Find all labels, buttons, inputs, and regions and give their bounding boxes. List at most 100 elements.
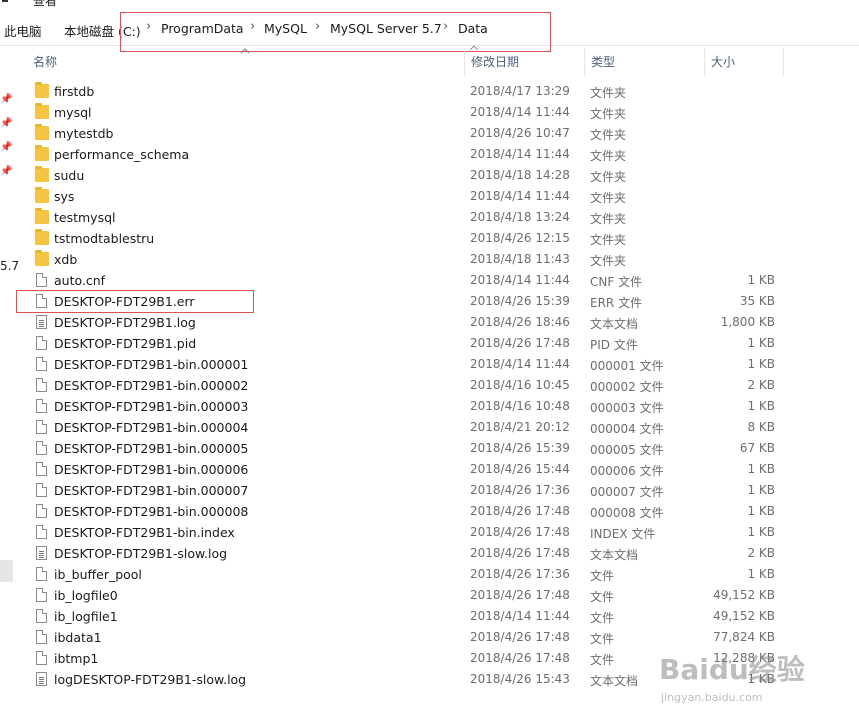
file-row[interactable]: DESKTOP-FDT29B1-bin.000006 2018/4/26 15:4… — [30, 459, 790, 480]
file-type: 000001 文件 — [590, 359, 664, 373]
file-row[interactable]: sudu 2018/4/18 14:28 文件夹 — [30, 165, 790, 186]
file-size: 2 KB — [747, 378, 775, 392]
file-type: 文件 — [590, 653, 615, 667]
file-row[interactable]: DESKTOP-FDT29B1-bin.000004 2018/4/21 20:1… — [30, 417, 790, 438]
file-row[interactable]: firstdb 2018/4/17 13:29 文件夹 — [30, 81, 790, 102]
column-header-modified[interactable]: 修改日期 — [464, 48, 584, 76]
pin-icon[interactable]: 📌 — [0, 166, 12, 177]
file-modified-date: 2018/4/18 11:43 — [470, 252, 570, 266]
column-header-name[interactable]: 名称 — [27, 48, 464, 76]
breadcrumb-mysql-server[interactable]: MySQL Server 5.7 — [330, 21, 442, 36]
file-modified-date: 2018/4/18 13:24 — [470, 210, 570, 224]
file-name: DESKTOP-FDT29B1-bin.000005 — [54, 441, 249, 456]
file-row[interactable]: DESKTOP-FDT29B1-bin.000003 2018/4/16 10:4… — [30, 396, 790, 417]
file-row[interactable]: ib_logfile1 2018/4/14 11:44 文件 49,152 KB — [30, 606, 790, 627]
file-row[interactable]: mytestdb 2018/4/26 10:47 文件夹 — [30, 123, 790, 144]
nav-item-fragment[interactable]: 5.7 — [0, 259, 19, 273]
file-row[interactable]: xdb 2018/4/18 11:43 文件夹 — [30, 249, 790, 270]
file-icon — [36, 504, 47, 518]
file-type: 文本文档 — [590, 548, 639, 562]
file-type: 文件夹 — [590, 233, 627, 247]
file-row[interactable]: DESKTOP-FDT29B1-bin.000008 2018/4/26 17:4… — [30, 501, 790, 522]
nav-scroll-thumb[interactable] — [0, 560, 13, 582]
file-type: 文件 — [590, 632, 615, 646]
file-row[interactable]: auto.cnf 2018/4/14 11:44 CNF 文件 1 KB — [30, 270, 790, 291]
file-row[interactable]: DESKTOP-FDT29B1-bin.000007 2018/4/26 17:3… — [30, 480, 790, 501]
file-row[interactable]: DESKTOP-FDT29B1-bin.000001 2018/4/14 11:4… — [30, 354, 790, 375]
file-modified-date: 2018/4/26 17:48 — [470, 525, 570, 539]
file-icon — [36, 651, 47, 665]
folder-icon — [35, 166, 49, 182]
column-header-type[interactable]: 类型 — [584, 48, 704, 76]
file-size: 2 KB — [747, 546, 775, 560]
file-modified-date: 2018/4/14 11:44 — [470, 147, 570, 161]
view-tab[interactable]: 查看 — [33, 0, 57, 9]
file-size: 1 KB — [747, 525, 775, 539]
file-row[interactable]: mysql 2018/4/14 11:44 文件夹 — [30, 102, 790, 123]
file-type: 文件夹 — [590, 212, 627, 226]
file-modified-date: 2018/4/26 17:48 — [470, 546, 570, 560]
file-row[interactable]: DESKTOP-FDT29B1-bin.index 2018/4/26 17:48… — [30, 522, 790, 543]
breadcrumb-data[interactable]: Data — [458, 21, 488, 36]
file-name: DESKTOP-FDT29B1-bin.000001 — [54, 357, 249, 372]
pin-icon[interactable]: 📌 — [0, 142, 12, 153]
file-modified-date: 2018/4/26 17:36 — [470, 567, 570, 581]
file-type: ERR 文件 — [590, 296, 643, 310]
breadcrumb-local-disk[interactable]: 本地磁盘 (C:) — [64, 21, 141, 40]
breadcrumb-chevron-icon[interactable]: › — [315, 19, 320, 34]
file-size: 1 KB — [747, 504, 775, 518]
breadcrumb-chevron-icon[interactable]: › — [250, 19, 255, 34]
file-row[interactable]: ib_logfile0 2018/4/26 17:48 文件 49,152 KB — [30, 585, 790, 606]
file-name: DESKTOP-FDT29B1-bin.000006 — [54, 462, 249, 477]
file-row[interactable]: tstmodtablestru 2018/4/26 12:15 文件夹 — [30, 228, 790, 249]
file-list: firstdb 2018/4/17 13:29 文件夹 mysql 2018/4/14 … — [30, 81, 790, 690]
file-name: DESKTOP-FDT29B1-slow.log — [54, 546, 228, 561]
file-modified-date: 2018/4/17 13:29 — [470, 84, 570, 98]
file-size: 1 KB — [747, 336, 775, 350]
pin-icon[interactable]: 📌 — [0, 118, 12, 129]
file-row[interactable]: DESKTOP-FDT29B1.log 2018/4/26 18:46 文本文档 1,… — [30, 312, 790, 333]
file-name: ib_buffer_pool — [54, 567, 142, 582]
file-type: 文本文档 — [590, 317, 639, 331]
file-size: 1 KB — [747, 357, 775, 371]
file-modified-date: 2018/4/14 11:44 — [470, 609, 570, 623]
file-row[interactable]: DESKTOP-FDT29B1.pid 2018/4/26 17:48 PID 文件… — [30, 333, 790, 354]
file-modified-date: 2018/4/26 17:48 — [470, 336, 570, 350]
file-name: ibtmp1 — [54, 651, 99, 666]
address-bar[interactable]: 此电脑 本地磁盘 (C:) › ProgramData › MySQL › My… — [0, 13, 859, 46]
pin-icon[interactable]: 📌 — [0, 94, 12, 105]
file-type: 文件夹 — [590, 86, 627, 100]
breadcrumb-mysql[interactable]: MySQL — [264, 21, 307, 36]
breadcrumb-this-pc[interactable]: 此电脑 — [4, 21, 42, 40]
file-modified-date: 2018/4/16 10:48 — [470, 399, 570, 413]
file-type: 文本文档 — [590, 674, 639, 688]
file-modified-date: 2018/4/26 17:48 — [470, 504, 570, 518]
file-type: 000006 文件 — [590, 464, 664, 478]
breadcrumb-programdata[interactable]: ProgramData — [161, 21, 244, 36]
folder-icon — [35, 82, 49, 98]
file-modified-date: 2018/4/14 11:44 — [470, 105, 570, 119]
breadcrumb-chevron-icon[interactable]: › — [146, 19, 151, 34]
file-modified-date: 2018/4/14 11:44 — [470, 273, 570, 287]
file-type: 000004 文件 — [590, 422, 664, 436]
file-row[interactable]: performance_schema 2018/4/14 11:44 文件夹 — [30, 144, 790, 165]
file-size: 8 KB — [747, 420, 775, 434]
file-name: firstdb — [54, 84, 95, 99]
file-row[interactable]: DESKTOP-FDT29B1.err 2018/4/26 15:39 ERR 文件… — [30, 291, 790, 312]
file-icon — [36, 588, 47, 602]
file-name: testmysql — [54, 210, 116, 225]
file-row[interactable]: DESKTOP-FDT29B1-bin.000002 2018/4/16 10:4… — [30, 375, 790, 396]
file-row[interactable]: DESKTOP-FDT29B1-slow.log 2018/4/26 17:48 文… — [30, 543, 790, 564]
file-row[interactable]: sys 2018/4/14 11:44 文件夹 — [30, 186, 790, 207]
file-row[interactable]: testmysql 2018/4/18 13:24 文件夹 — [30, 207, 790, 228]
file-name: mysql — [54, 105, 92, 120]
file-row[interactable]: ib_buffer_pool 2018/4/26 17:36 文件 1 KB — [30, 564, 790, 585]
breadcrumb-chevron-icon[interactable]: › — [443, 19, 448, 34]
file-size: 1 KB — [747, 273, 775, 287]
folder-icon — [35, 145, 49, 161]
file-modified-date: 2018/4/18 14:28 — [470, 168, 570, 182]
file-type: 000007 文件 — [590, 485, 664, 499]
ribbon-remnant: 查看 — [0, 0, 859, 8]
column-header-size[interactable]: 大小 — [704, 48, 784, 76]
file-row[interactable]: DESKTOP-FDT29B1-bin.000005 2018/4/26 15:3… — [30, 438, 790, 459]
